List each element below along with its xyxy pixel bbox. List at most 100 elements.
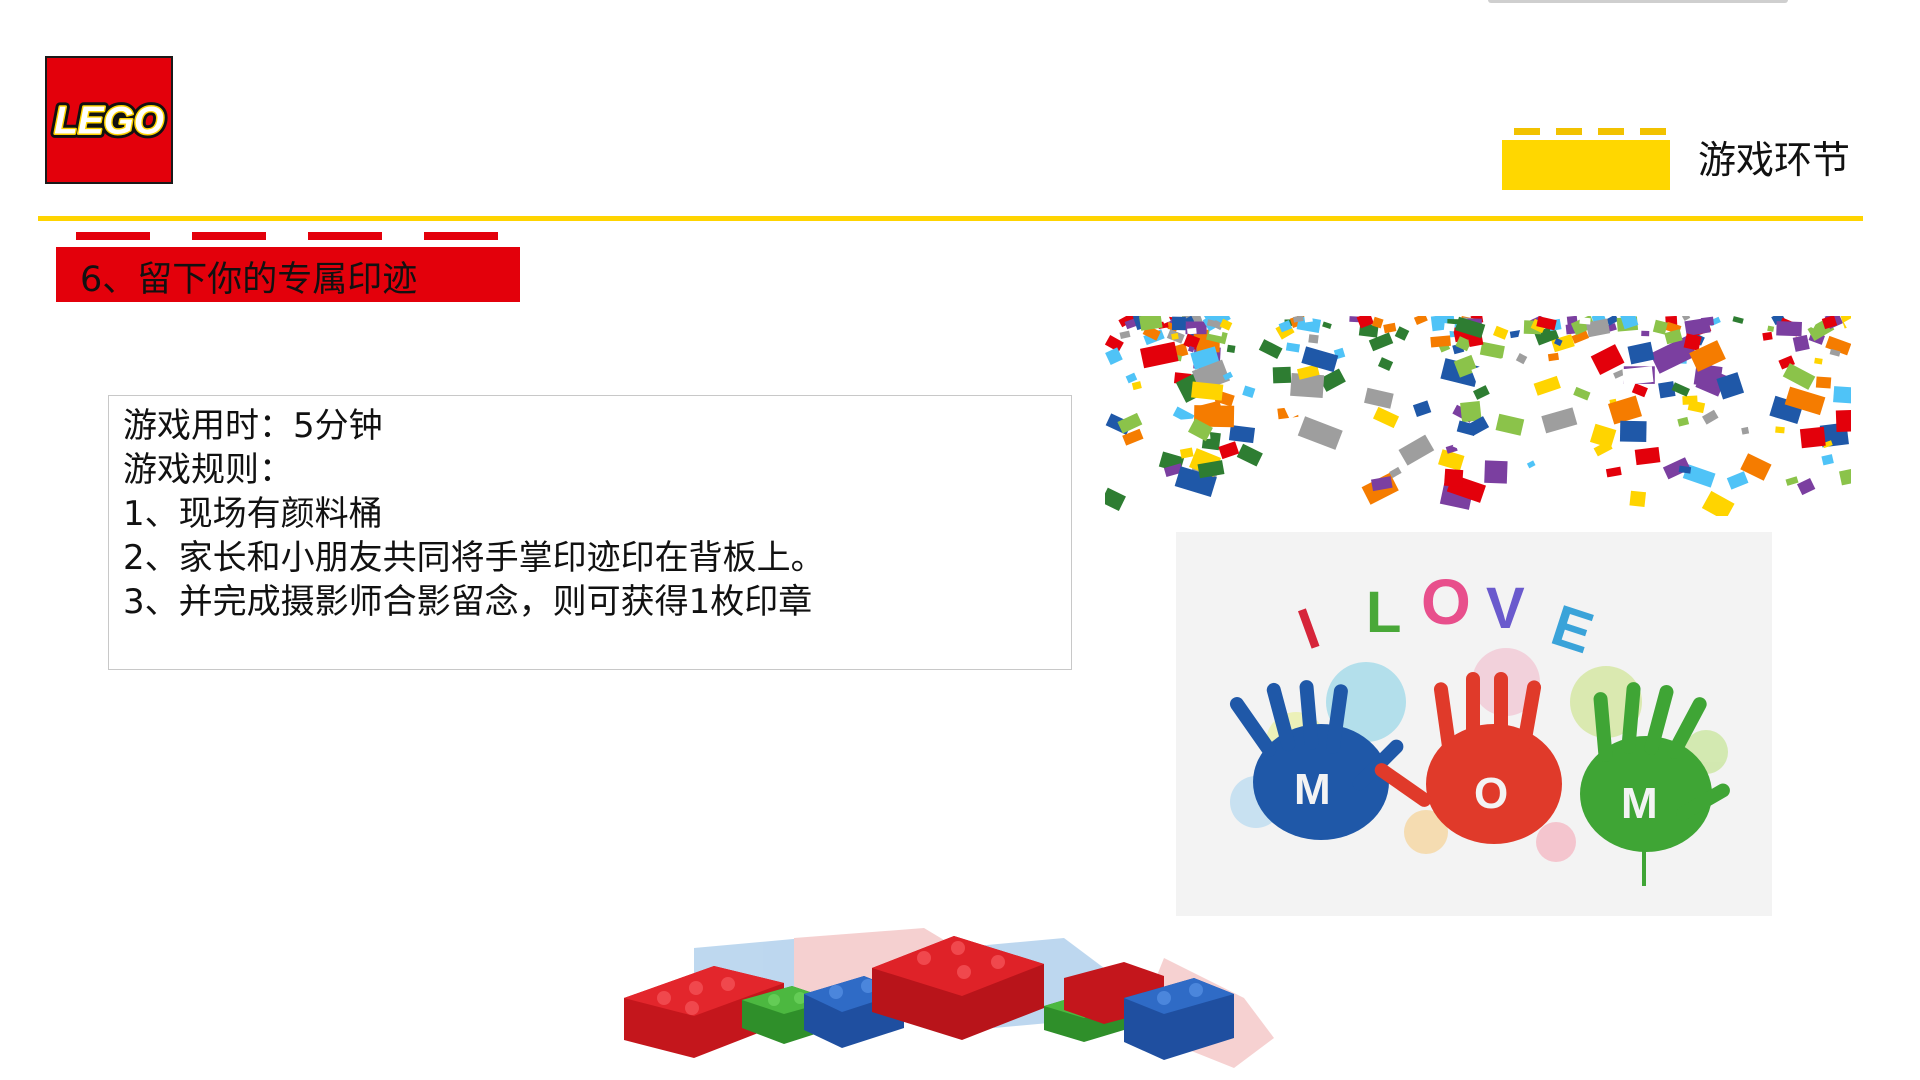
falling-brick (1297, 416, 1343, 450)
love-letter-i: I (1290, 596, 1327, 663)
falling-brick (1119, 330, 1131, 340)
falling-brick (1413, 316, 1428, 325)
falling-brick (1179, 447, 1194, 459)
falling-brick (1430, 335, 1451, 348)
falling-brick (1682, 316, 1691, 321)
falling-brick (1835, 409, 1851, 432)
section-title: 6、留下你的专属印迹 (80, 260, 418, 300)
falling-brick (1526, 460, 1536, 469)
top-edge-bar (1488, 0, 1788, 3)
falling-brick (1191, 381, 1224, 401)
falling-brick (1376, 431, 1396, 449)
falling-brick (1785, 476, 1799, 486)
falling-brick (1799, 426, 1826, 449)
lego-logo-icon: LEGO LEGO (45, 56, 173, 184)
falling-brick (1821, 454, 1834, 466)
falling-brick (1105, 347, 1123, 366)
rule-item-1: 1、现场有颜料桶 (123, 494, 383, 534)
falling-brick (1479, 341, 1505, 359)
falling-brick (1682, 395, 1698, 405)
falling-bricks-icon (1105, 316, 1851, 516)
lego-logo-text-overlay: LEGO (54, 100, 164, 143)
love-handprints-image: I L O V E M O M (1176, 532, 1772, 916)
palm-letter-m-right: M (1621, 779, 1658, 828)
falling-brick (1839, 466, 1851, 486)
falling-brick (1541, 407, 1578, 434)
falling-brick (1702, 409, 1719, 425)
falling-brick (1444, 468, 1464, 487)
falling-brick (1515, 353, 1528, 365)
falling-brick (1187, 327, 1197, 335)
falling-brick (1443, 323, 1455, 332)
falling-brick (1815, 376, 1832, 389)
rules-heading: 游戏规则： (123, 450, 293, 490)
falling-brick (1629, 490, 1647, 507)
falling-brick (1590, 344, 1625, 376)
falling-brick (1398, 434, 1435, 466)
falling-brick (1242, 385, 1256, 399)
love-letter-l: L (1366, 580, 1401, 645)
falling-brick (1684, 317, 1711, 337)
falling-brick (1533, 375, 1561, 396)
falling-brick (1634, 446, 1661, 466)
falling-brick (1627, 341, 1655, 365)
falling-brick (1226, 344, 1236, 354)
rule-item-2: 2、家长和小朋友共同将手掌印迹印在背板上。 (123, 538, 825, 578)
falling-brick (1364, 387, 1394, 409)
falling-brick (1814, 357, 1823, 365)
falling-brick (1359, 452, 1387, 476)
falling-brick (1580, 472, 1592, 481)
falling-brick (1762, 331, 1773, 341)
falling-brick (1547, 352, 1559, 362)
falling-brick (1741, 426, 1750, 435)
falling-brick (1322, 321, 1332, 329)
yellow-brick-icon (1502, 128, 1670, 190)
falling-brick (1573, 386, 1591, 401)
falling-brick (1605, 466, 1622, 478)
falling-brick (1792, 334, 1810, 352)
love-letter-v: V (1486, 576, 1525, 641)
love-letter-o: O (1421, 566, 1471, 638)
falling-brick (1139, 341, 1179, 369)
falling-brick (1383, 322, 1397, 334)
falling-brick (1619, 420, 1647, 442)
brick-pile-icon (624, 928, 1274, 1068)
falling-brick (1285, 342, 1301, 353)
falling-brick (1677, 416, 1690, 427)
rule-item-3: 3、并完成摄影师合影留念，则可获得1枚印章 (123, 582, 813, 622)
palm-letter-o: O (1474, 769, 1508, 818)
header-title: 游戏环节 (1698, 138, 1851, 182)
falling-brick (1218, 441, 1240, 460)
falling-brick (1228, 425, 1256, 444)
falling-brick (1412, 400, 1432, 418)
rules-duration: 游戏用时：5分钟 (123, 406, 383, 446)
falling-brick (1105, 487, 1126, 512)
falling-brick (1589, 423, 1617, 449)
falling-brick (1631, 383, 1648, 398)
falling-brick (1372, 406, 1400, 429)
falling-brick (1258, 339, 1283, 360)
falling-brick (1641, 330, 1650, 337)
header-divider (38, 216, 1863, 221)
love-letter-e: E (1544, 593, 1601, 667)
falling-brick (1767, 325, 1775, 332)
falling-brick (1701, 490, 1735, 516)
falling-brick (1726, 471, 1749, 490)
falling-brick (1131, 381, 1142, 391)
palm-letter-m-left: M (1294, 765, 1331, 814)
falling-brick (1125, 372, 1138, 384)
falling-brick (1833, 386, 1851, 405)
falling-brick (1308, 334, 1319, 344)
falling-brick (1484, 460, 1508, 484)
falling-brick (1304, 316, 1313, 323)
falling-brick (1652, 319, 1668, 335)
falling-brick (1495, 413, 1525, 436)
falling-brick (1471, 357, 1511, 391)
falling-brick (1377, 357, 1394, 371)
falling-brick (1776, 321, 1802, 337)
falling-brick (1236, 443, 1263, 467)
falling-brick (1394, 326, 1410, 341)
falling-brick (1579, 317, 1591, 325)
handprints-illustration: I L O V E M O M (1229, 566, 1730, 886)
falling-brick (1718, 320, 1732, 330)
